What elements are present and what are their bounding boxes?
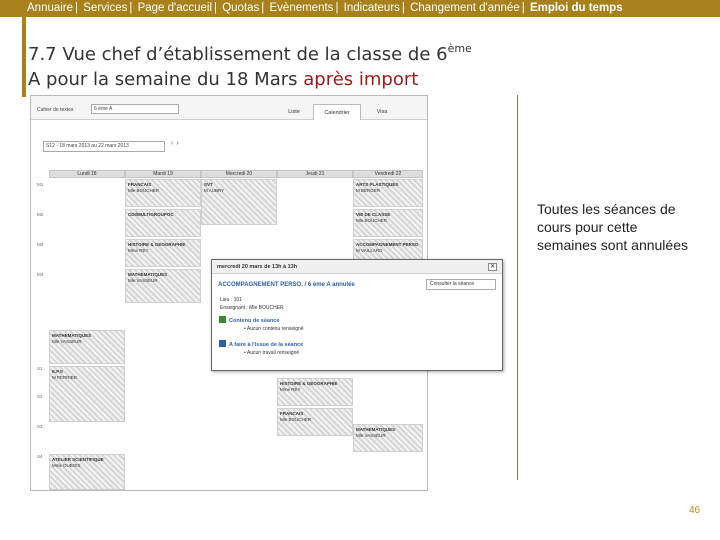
vertical-divider	[517, 95, 518, 480]
lesson-teacher: Mle VASSEUR	[52, 339, 82, 344]
nav-separator: |	[129, 2, 133, 14]
lesson-cell[interactable]: FRANCAIS Mle BOUCHER	[277, 408, 353, 436]
lesson-cell[interactable]: HISTOIRE & GEOGRAPHIE Mme REY	[125, 239, 201, 267]
hour-label: S3	[37, 424, 43, 429]
tab-liste[interactable]: Liste	[279, 104, 309, 120]
annotation-note: Toutes les séances de cours pour cette s…	[537, 201, 688, 253]
chevron-right-icon[interactable]: ›	[176, 140, 181, 147]
lesson-teacher: M VAILLARD	[356, 248, 383, 253]
cahier-de-textes-label: Cahier de textes	[37, 107, 74, 113]
nav-separator: |	[75, 2, 79, 14]
lesson-cell[interactable]: ARTS PLASTIQUES M BERGER	[353, 179, 423, 207]
popup-subject-link[interactable]: ACCOMPAGNEMENT PERSO. / 6 ème A annulée	[218, 282, 355, 288]
lesson-teacher: M BERGER	[356, 188, 381, 193]
lesson-cell[interactable]: MATHEMATIQUES Mle VASSEUR	[125, 269, 201, 303]
screenshot-toolbar: Cahier de textes 6 ème A Liste Calendrie…	[31, 96, 427, 120]
nav-item-indicateurs[interactable]: Indicateurs	[344, 2, 400, 14]
class-select[interactable]: 6 ème A	[91, 104, 179, 114]
nav-separator: |	[521, 2, 525, 14]
lesson-teacher: Mme DUBOIS	[52, 463, 81, 468]
nav-item-quotas[interactable]: Quotas	[222, 2, 259, 14]
nav-item-changement-annee[interactable]: Changement d'année	[410, 2, 520, 14]
task-icon	[219, 340, 226, 347]
popup-header: mercredi 20 mars de 13h à 13h	[212, 260, 502, 274]
todo-value: • Aucun travail renseigné	[244, 350, 300, 356]
lesson-teacher: M PERRIER	[52, 375, 78, 380]
tab-calendrier[interactable]: Calendrier	[313, 104, 361, 120]
lesson-subject: CDI/MULTIGROUPOC	[128, 212, 174, 217]
nav-item-emploi-du-temps[interactable]: Emploi du temps	[530, 2, 623, 14]
nav-item-page-accueil[interactable]: Page d'accueil	[138, 2, 212, 14]
close-icon[interactable]: ✕	[488, 263, 497, 271]
day-header: Mercredi 20	[201, 170, 277, 178]
lesson-teacher: Mme REY	[280, 387, 301, 392]
nav-item-evenements[interactable]: Evènements	[270, 2, 334, 14]
lesson-cell[interactable]: HISTOIRE & GEOGRAPHIE Mme REY	[277, 378, 353, 406]
nav-item-annuaire[interactable]: Annuaire	[27, 2, 73, 14]
top-navigation-bar: Annuaire | Services | Page d'accueil | Quot…	[0, 0, 720, 17]
hour-label: M2	[37, 212, 44, 217]
nav-separator: |	[401, 2, 405, 14]
tab-visa[interactable]: Visa	[367, 104, 397, 120]
lesson-cell[interactable]: MATHEMATIQUES Mle VASSEUR	[49, 330, 125, 364]
content-section-title: Contenu de séance	[219, 316, 279, 324]
week-select[interactable]: S12 - 18 mars 2013 au 22 mars 2013	[43, 141, 165, 152]
day-header: Jeudi 21	[277, 170, 353, 178]
day-header: Mardi 19	[125, 170, 201, 178]
hour-label: M1	[37, 182, 44, 187]
lesson-cell[interactable]: ATELIER SCIENTIFIQUE Mme DUBOIS	[49, 454, 125, 490]
lesson-cell[interactable]: SVT M AUBRY	[201, 179, 277, 225]
todo-section-label: A faire à l'issue de la séance	[229, 342, 304, 348]
title-superscript: ème	[447, 42, 472, 55]
day-header: Lundi 18	[49, 170, 125, 178]
lesson-teacher: Mle VASSEUR	[128, 278, 158, 283]
lesson-teacher: Mme REY	[128, 248, 149, 253]
lesson-teacher: Mle VASSEUR	[356, 433, 386, 438]
nav-separator: |	[261, 2, 265, 14]
title-line2: A pour la semaine du 18 Mars	[28, 69, 304, 90]
session-popup: mercredi 20 mars de 13h à 13h ✕ ACCOMPAG…	[211, 259, 503, 371]
hour-label: M4	[37, 272, 44, 277]
content-value: • Aucun contenu renseigné	[244, 326, 304, 332]
content-section-label: Contenu de séance	[229, 318, 280, 324]
lesson-cell[interactable]: VIE DE CLASSE Mle BOUCHER	[353, 209, 423, 237]
consult-session-button[interactable]: Consulter la séance	[426, 279, 496, 290]
todo-section-title: A faire à l'issue de la séance	[219, 340, 303, 348]
todo-value-text: Aucun travail renseigné	[246, 350, 300, 356]
hour-label: S1	[37, 366, 43, 371]
book-icon	[219, 316, 226, 323]
slide-title: 7.7 Vue chef d’établissement de la class…	[28, 36, 528, 92]
popup-teacher: Enseignant : Mle BOUCHER	[220, 305, 284, 311]
nav-separator: |	[335, 2, 339, 14]
left-accent-rule	[22, 17, 26, 97]
hour-label: M3	[37, 242, 44, 247]
title-accent: après import	[303, 69, 419, 90]
content-value-text: Aucun contenu renseigné	[246, 326, 304, 332]
popup-room: Lieu : 101	[220, 297, 242, 303]
week-navigation: ‹›	[171, 140, 182, 147]
lesson-cell[interactable]: MATHEMATIQUES Mle VASSEUR	[353, 424, 423, 452]
nav-item-services[interactable]: Services	[83, 2, 127, 14]
title-line1: 7.7 Vue chef d’établissement de la class…	[28, 44, 448, 65]
hour-label: S4	[37, 454, 43, 459]
lesson-teacher: Mle BOUCHER	[280, 417, 312, 422]
page-number: 46	[689, 505, 701, 516]
nav-separator: |	[214, 2, 218, 14]
lesson-teacher: Mle BOUCHER	[356, 218, 388, 223]
lesson-teacher: Mle BOUCHER	[128, 188, 160, 193]
lesson-cell[interactable]: E.P.S M PERRIER	[49, 366, 125, 422]
hour-label: S2	[37, 394, 43, 399]
lesson-cell[interactable]: FRANCAIS Mle BOUCHER	[125, 179, 201, 207]
lesson-cell[interactable]: CDI/MULTIGROUPOC	[125, 209, 201, 237]
lesson-teacher: M AUBRY	[204, 188, 225, 193]
day-header: Vendredi 22	[353, 170, 423, 178]
